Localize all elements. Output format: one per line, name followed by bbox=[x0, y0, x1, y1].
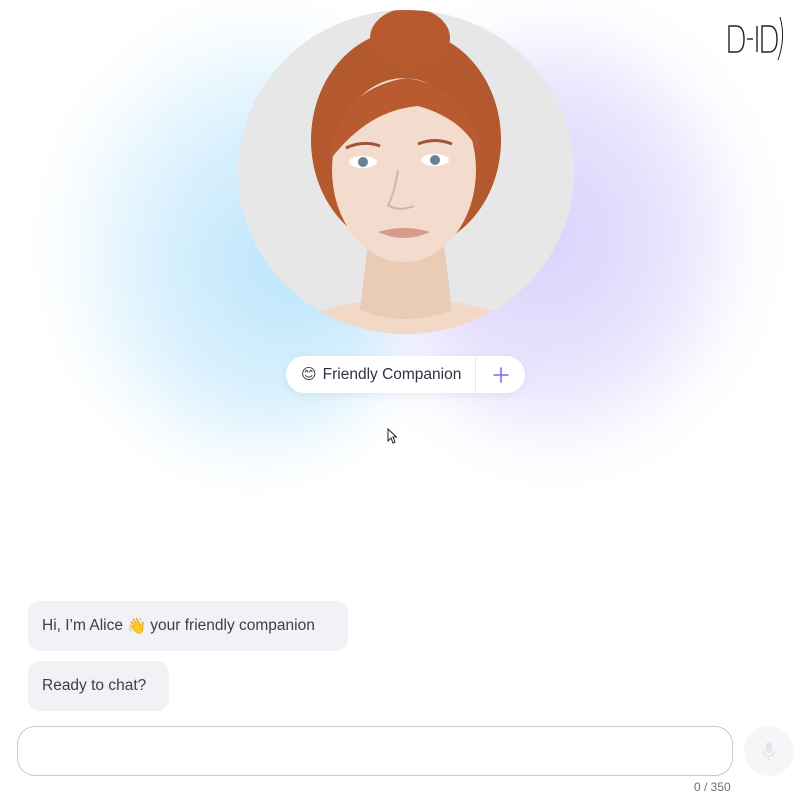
chat-message: Hi, I’m Alice 👋 your friendly companion bbox=[28, 601, 348, 651]
did-logo bbox=[728, 16, 784, 61]
persona-button[interactable]: 😊 Friendly Companion bbox=[286, 356, 477, 393]
waving-hand-icon: 👋 bbox=[126, 617, 147, 635]
smile-emoji-icon: 😊 bbox=[301, 366, 317, 383]
add-persona-button[interactable] bbox=[476, 356, 525, 393]
chat-message: Ready to chat? bbox=[28, 661, 169, 711]
plus-icon bbox=[492, 366, 509, 383]
avatar-portrait bbox=[238, 10, 574, 334]
character-counter: 0 / 350 bbox=[694, 780, 731, 794]
chat-input[interactable] bbox=[17, 726, 733, 776]
message-text: Ready to chat? bbox=[42, 677, 147, 694]
microphone-icon bbox=[762, 742, 776, 760]
portrait-image bbox=[238, 10, 574, 334]
persona-selector: 😊 Friendly Companion bbox=[286, 356, 525, 393]
mouse-cursor-icon bbox=[387, 428, 397, 444]
message-text: your friendly companion bbox=[150, 617, 315, 634]
persona-label: Friendly Companion bbox=[322, 365, 462, 383]
message-text: Hi, I’m Alice bbox=[42, 617, 123, 634]
microphone-button[interactable] bbox=[744, 726, 794, 776]
